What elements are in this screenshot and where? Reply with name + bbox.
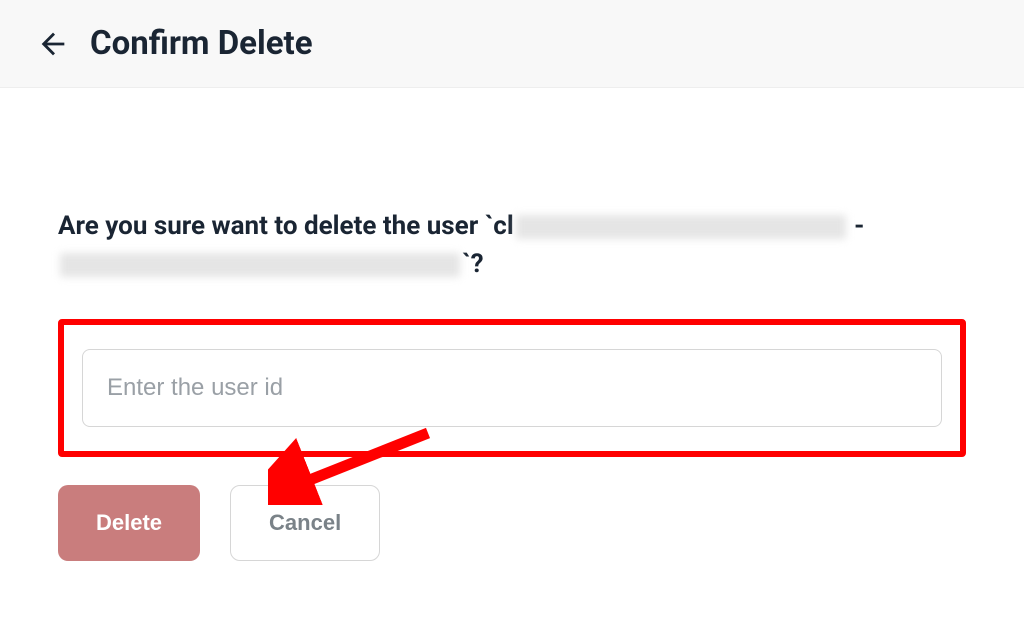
header: Confirm Delete	[0, 0, 1024, 88]
prompt-prefix: Are you sure want to delete the user `cl	[58, 211, 514, 241]
user-id-input[interactable]	[82, 349, 942, 427]
back-arrow-icon[interactable]	[36, 27, 70, 61]
page-title: Confirm Delete	[90, 24, 313, 63]
confirm-prompt: Are you sure want to delete the user `cl…	[58, 208, 966, 283]
input-highlight-box	[58, 319, 966, 457]
main-content: Are you sure want to delete the user `cl…	[0, 88, 1024, 561]
redacted-segment	[516, 215, 846, 239]
delete-button[interactable]: Delete	[58, 485, 200, 561]
cancel-button[interactable]: Cancel	[230, 485, 380, 561]
button-row: Delete Cancel	[58, 485, 966, 561]
prompt-suffix: `?	[462, 249, 484, 279]
redacted-segment	[60, 253, 460, 277]
prompt-dash: -	[848, 211, 865, 241]
